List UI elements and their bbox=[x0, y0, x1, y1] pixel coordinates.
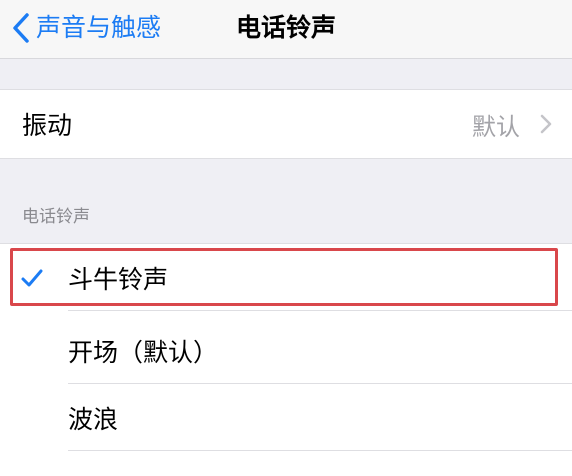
ringtone-item-selected[interactable]: 斗牛铃声 bbox=[0, 244, 572, 311]
ringtone-item[interactable]: 波浪 bbox=[0, 384, 572, 451]
page-title: 电话铃声 bbox=[235, 13, 336, 42]
vibration-row[interactable]: 振动 默认 bbox=[0, 89, 572, 159]
ringtone-list: 斗牛铃声 开场（默认） 波浪 bbox=[0, 243, 572, 476]
row-separator bbox=[68, 310, 572, 311]
navigation-bar: 声音与触感 电话铃声 bbox=[0, 0, 572, 59]
group-spacer bbox=[0, 59, 572, 89]
ringtone-item-label: 波浪 bbox=[68, 404, 119, 434]
chevron-right-icon bbox=[540, 90, 552, 158]
checkmark-icon bbox=[20, 244, 44, 311]
vibration-value: 默认 bbox=[472, 112, 520, 141]
ringtone-section-header: 电话铃声 bbox=[22, 207, 90, 227]
ringtone-item-label: 开场（默认） bbox=[68, 337, 219, 367]
ringtone-item[interactable]: 开场（默认） bbox=[0, 317, 572, 384]
ringtone-item-label: 斗牛铃声 bbox=[68, 264, 169, 294]
row-separator bbox=[68, 450, 572, 451]
vibration-label: 振动 bbox=[22, 111, 73, 140]
